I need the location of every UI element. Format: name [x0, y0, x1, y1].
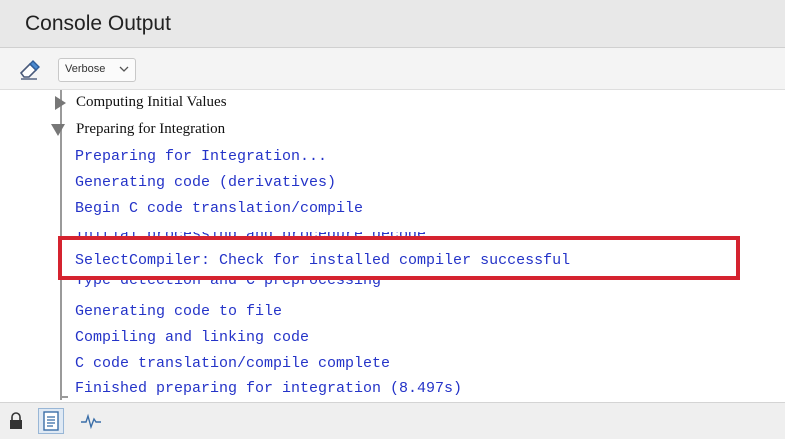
- verbosity-label: Verbose: [65, 63, 106, 75]
- expanded-triangle-icon[interactable]: [50, 121, 66, 137]
- section-preparing-for-integration[interactable]: Preparing for Integration: [76, 121, 225, 138]
- toolbar: Verbose: [0, 48, 785, 90]
- log-line: C code translation/compile complete: [75, 355, 391, 372]
- console-output-panel: Console Output Verbose Computing Initial…: [0, 0, 785, 439]
- lock-icon[interactable]: [3, 408, 29, 434]
- collapsed-triangle-icon[interactable]: [52, 95, 68, 111]
- section-computing-initial-values[interactable]: Computing Initial Values: [76, 94, 227, 111]
- log-line-partially-hidden: Initial processing and procedure decode: [75, 226, 427, 236]
- document-icon[interactable]: [38, 408, 64, 434]
- log-line: Generating code to file: [75, 303, 283, 320]
- log-line: Finished preparing for integration (8.49…: [75, 380, 463, 397]
- eraser-icon[interactable]: [15, 55, 43, 83]
- verbosity-dropdown[interactable]: Verbose: [58, 58, 136, 82]
- bottom-toolbar: [0, 402, 785, 439]
- chevron-down-icon: [117, 62, 131, 76]
- log-line: Preparing for Integration...: [75, 148, 328, 165]
- log-line: Generating code (derivatives): [75, 174, 337, 191]
- panel-title: Console Output: [25, 12, 171, 35]
- highlight-box: [58, 236, 740, 280]
- log-line: Compiling and linking code: [75, 329, 310, 346]
- log-line: Begin C code translation/compile: [75, 200, 364, 217]
- waveform-icon[interactable]: [78, 408, 104, 434]
- tree-guide-end: [60, 396, 68, 398]
- title-bar: Console Output: [0, 0, 785, 48]
